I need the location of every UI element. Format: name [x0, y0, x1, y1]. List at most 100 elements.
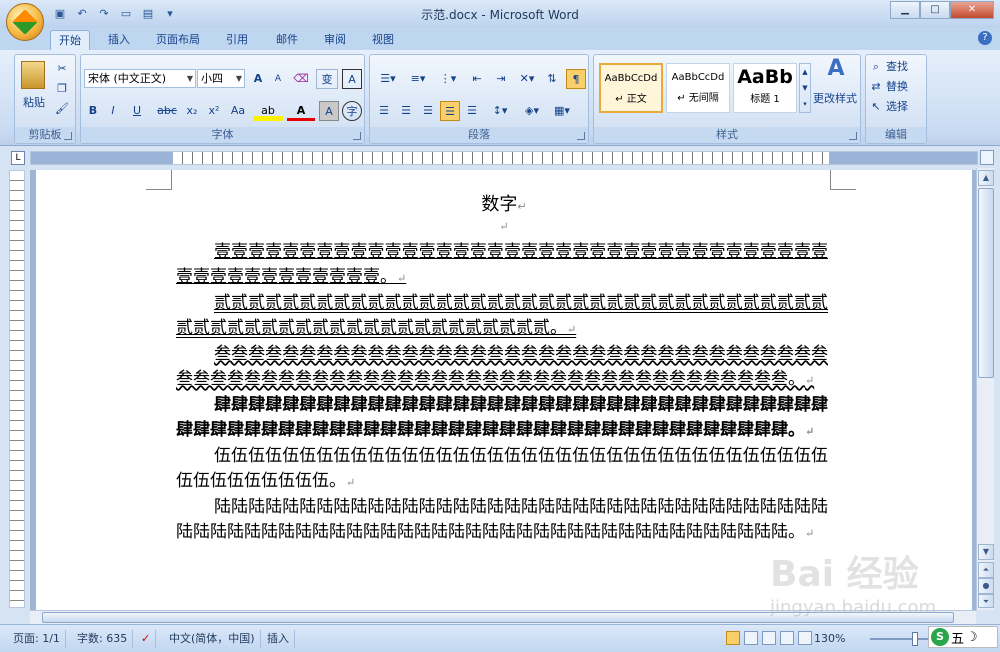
tab-references[interactable]: 引用: [218, 30, 256, 50]
subscript-button[interactable]: x₂: [182, 101, 202, 121]
language-indicator[interactable]: 中文(简体，中国): [164, 630, 261, 648]
ruler-bar[interactable]: [30, 151, 978, 165]
shading-icon[interactable]: ◈▾: [518, 101, 546, 121]
paragraph-6[interactable]: 陆陆陆陆陆陆陆陆陆陆陆陆陆陆陆陆陆陆陆陆陆陆陆陆陆陆陆陆陆陆陆陆陆陆陆陆陆陆陆陆…: [176, 495, 828, 546]
style-no-spacing[interactable]: AaBbCcDd ↵ 无间隔: [666, 63, 730, 113]
paragraph-5[interactable]: 伍伍伍伍伍伍伍伍伍伍伍伍伍伍伍伍伍伍伍伍伍伍伍伍伍伍伍伍伍伍伍伍伍伍伍伍伍伍伍伍…: [176, 444, 828, 495]
dialog-launcher-icon[interactable]: [849, 132, 857, 140]
prev-page-icon[interactable]: ⏶: [978, 562, 994, 578]
paragraph-4[interactable]: 肆肆肆肆肆肆肆肆肆肆肆肆肆肆肆肆肆肆肆肆肆肆肆肆肆肆肆肆肆肆肆肆肆肆肆肆肆肆肆肆…: [176, 393, 828, 444]
page-indicator[interactable]: 页面: 1/1: [8, 630, 66, 648]
zoom-level[interactable]: 130%: [814, 630, 845, 648]
justify-icon[interactable]: ☰: [440, 101, 460, 121]
phonetic-guide-button[interactable]: 变: [316, 69, 338, 89]
browse-object-icon[interactable]: ●: [978, 578, 994, 594]
change-styles-icon[interactable]: A: [816, 58, 856, 85]
print-layout-icon[interactable]: [726, 631, 740, 645]
font-face-box[interactable]: 宋体 (中文正文) ▼: [84, 69, 196, 88]
style-normal[interactable]: AaBbCcDd ↵ 正文: [599, 63, 663, 113]
tab-mailings[interactable]: 邮件: [268, 30, 306, 50]
ime-moon-icon[interactable]: ☽: [966, 630, 978, 645]
ime-toolbar[interactable]: S 五 ☽: [928, 626, 998, 648]
help-icon[interactable]: ?: [978, 31, 992, 45]
character-border-button[interactable]: A: [342, 69, 362, 89]
paragraph-3[interactable]: 叁叁叁叁叁叁叁叁叁叁叁叁叁叁叁叁叁叁叁叁叁叁叁叁叁叁叁叁叁叁叁叁叁叁叁叁叁叁叁叁…: [176, 342, 828, 393]
tab-page-layout[interactable]: 页面布局: [148, 30, 208, 50]
shrink-font-button[interactable]: A: [269, 69, 287, 89]
align-left-icon[interactable]: ☰: [374, 101, 394, 121]
document-page[interactable]: 数字↵ ↵ 壹壹壹壹壹壹壹壹壹壹壹壹壹壹壹壹壹壹壹壹壹壹壹壹壹壹壹壹壹壹壹壹壹壹…: [36, 170, 972, 610]
character-shading-button[interactable]: A: [319, 101, 339, 121]
align-center-icon[interactable]: ☰: [396, 101, 416, 121]
superscript-button[interactable]: x²: [204, 101, 224, 121]
tab-home[interactable]: 开始: [50, 30, 90, 50]
insert-mode[interactable]: 插入: [262, 630, 295, 648]
bullets-icon[interactable]: ☰▾: [374, 69, 402, 89]
select-button[interactable]: 选择: [886, 97, 924, 117]
sort-icon[interactable]: ⇅: [542, 69, 562, 89]
scroll-thumb[interactable]: [978, 188, 994, 378]
clear-format-icon[interactable]: ⌫: [290, 69, 312, 89]
tab-selector[interactable]: L: [11, 151, 25, 165]
tab-view[interactable]: 视图: [364, 30, 402, 50]
watermark-logo: Bai 经验: [770, 554, 919, 595]
paragraph-1[interactable]: 壹壹壹壹壹壹壹壹壹壹壹壹壹壹壹壹壹壹壹壹壹壹壹壹壹壹壹壹壹壹壹壹壹壹壹壹壹壹壹壹…: [176, 240, 828, 291]
paste-button[interactable]: 粘贴: [17, 93, 51, 113]
scroll-up-icon[interactable]: ▲: [978, 170, 994, 186]
bold-button[interactable]: B: [84, 101, 102, 121]
chinese-layout-icon[interactable]: ✕▾: [514, 69, 540, 89]
align-right-icon[interactable]: ☰: [418, 101, 438, 121]
increase-indent-icon[interactable]: ⇥: [490, 69, 512, 89]
vertical-ruler[interactable]: [9, 170, 25, 608]
vertical-scrollbar[interactable]: ▲ ▼ ⏶ ● ⏷: [976, 168, 994, 610]
font-color-icon[interactable]: A: [287, 101, 315, 121]
proofing-icon[interactable]: ✓: [136, 630, 157, 648]
paragraph-2[interactable]: 贰贰贰贰贰贰贰贰贰贰贰贰贰贰贰贰贰贰贰贰贰贰贰贰贰贰贰贰贰贰贰贰贰贰贰贰贰贰贰贰…: [176, 291, 828, 342]
borders-icon[interactable]: ▦▾: [548, 101, 576, 121]
dialog-launcher-icon[interactable]: [577, 132, 585, 140]
minimize-button[interactable]: ▁: [890, 1, 920, 19]
copy-icon[interactable]: ❐: [53, 79, 71, 99]
grow-font-button[interactable]: A: [249, 69, 267, 89]
italic-button[interactable]: I: [104, 101, 122, 121]
decrease-indent-icon[interactable]: ⇤: [466, 69, 488, 89]
full-screen-reading-icon[interactable]: [744, 631, 758, 645]
web-layout-icon[interactable]: [762, 631, 776, 645]
draft-icon[interactable]: [798, 631, 812, 645]
cut-icon[interactable]: ✂: [53, 59, 71, 79]
zoom-thumb[interactable]: [912, 632, 918, 646]
replace-button[interactable]: 替换: [886, 77, 924, 97]
document-body[interactable]: 壹壹壹壹壹壹壹壹壹壹壹壹壹壹壹壹壹壹壹壹壹壹壹壹壹壹壹壹壹壹壹壹壹壹壹壹壹壹壹壹…: [176, 240, 828, 546]
tab-review[interactable]: 审阅: [316, 30, 354, 50]
highlight-color-icon[interactable]: ab: [253, 101, 283, 121]
scroll-down-icon[interactable]: ▼: [978, 544, 994, 560]
next-page-icon[interactable]: ⏷: [978, 594, 994, 608]
line-spacing-icon[interactable]: ↕▾: [486, 101, 514, 121]
document-title[interactable]: 数字↵: [36, 190, 972, 216]
horizontal-ruler[interactable]: L: [0, 146, 1000, 168]
change-case-button[interactable]: Aa: [226, 101, 250, 121]
distributed-icon[interactable]: ☰: [462, 101, 482, 121]
show-marks-icon[interactable]: ¶: [566, 69, 586, 89]
multilevel-list-icon[interactable]: ⋮▾: [434, 69, 462, 89]
font-size-box[interactable]: 小四 ▼: [197, 69, 245, 88]
close-button[interactable]: ✕: [950, 1, 994, 19]
numbering-icon[interactable]: ≡▾: [404, 69, 432, 89]
find-button[interactable]: 查找: [886, 57, 924, 77]
dialog-launcher-icon[interactable]: [353, 132, 361, 140]
dialog-launcher-icon[interactable]: [64, 132, 72, 140]
underline-button[interactable]: U: [124, 101, 150, 121]
enclose-characters-icon[interactable]: 字: [342, 101, 362, 121]
tab-insert[interactable]: 插入: [100, 30, 138, 50]
outline-icon[interactable]: [780, 631, 794, 645]
word-count[interactable]: 字数: 635: [72, 630, 134, 648]
strikethrough-button[interactable]: abc: [154, 101, 180, 121]
ime-wubi[interactable]: 五: [951, 628, 964, 647]
paste-icon[interactable]: [21, 61, 45, 89]
maximize-button[interactable]: □: [920, 1, 950, 19]
style-heading-1[interactable]: AaBb 标题 1: [733, 63, 797, 113]
view-ruler-icon[interactable]: [980, 150, 994, 165]
format-painter-icon[interactable]: 🖌: [53, 99, 71, 119]
change-styles-button[interactable]: 更改样式: [810, 89, 860, 109]
office-button[interactable]: [6, 3, 44, 41]
